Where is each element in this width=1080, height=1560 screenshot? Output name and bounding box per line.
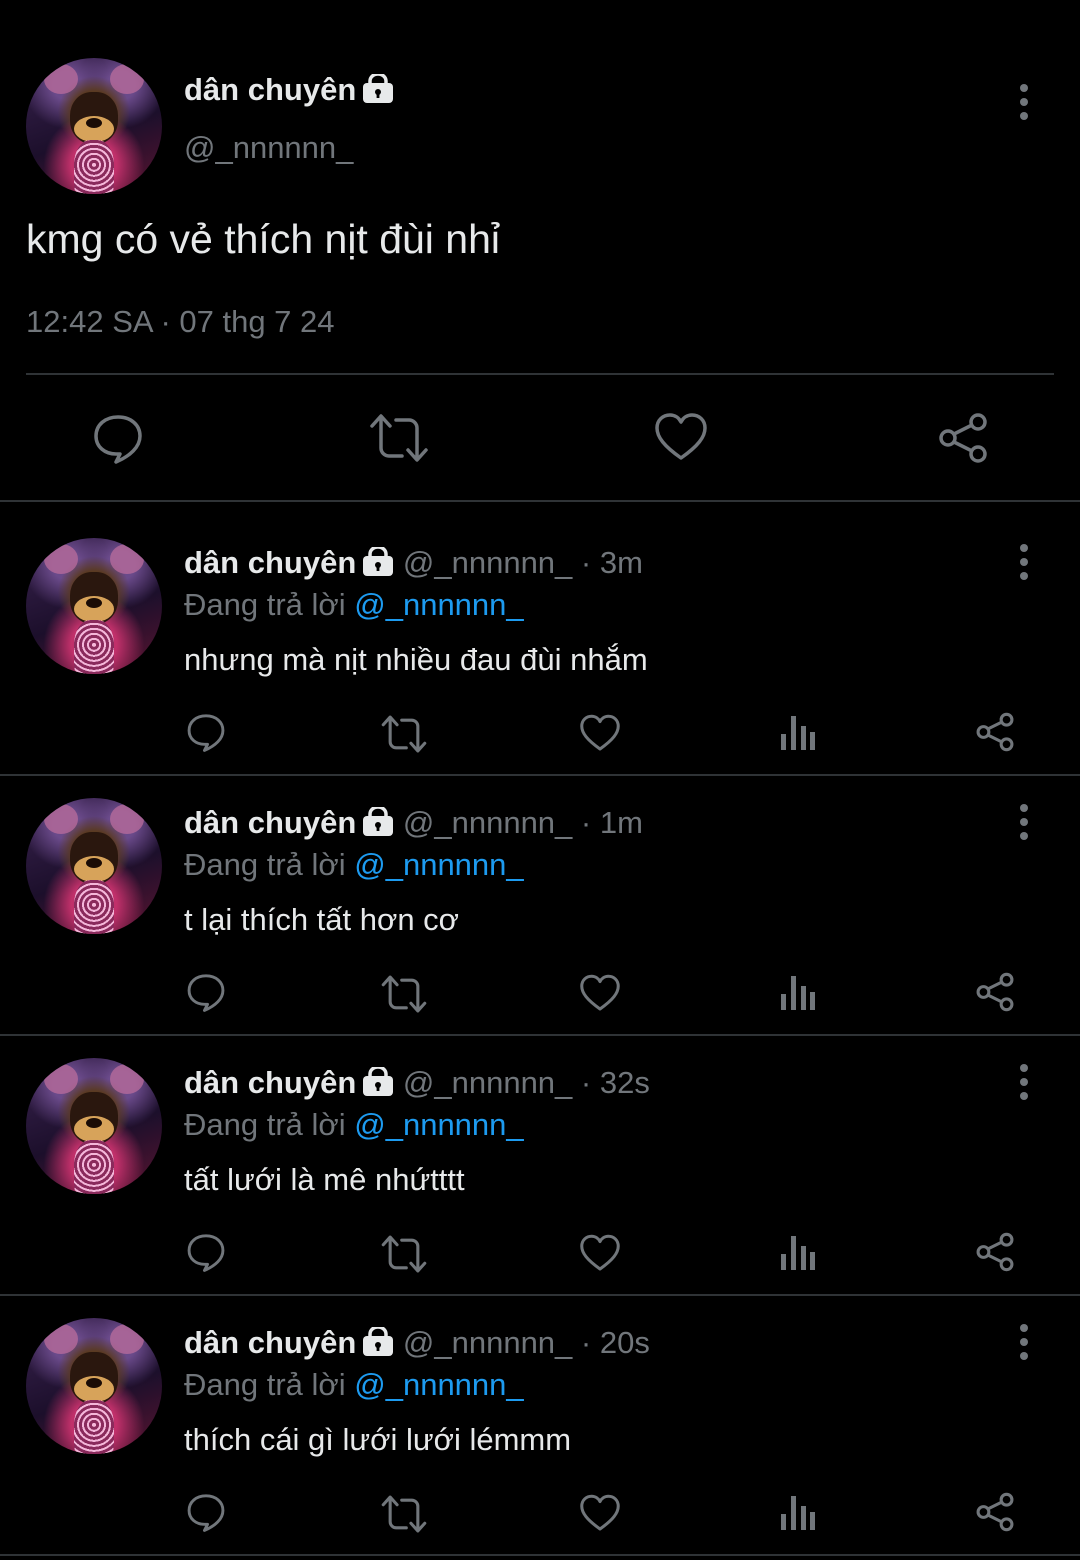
like-icon[interactable] xyxy=(579,974,621,1017)
views-icon[interactable] xyxy=(780,974,816,1017)
reply-text: nhưng mà nịt nhiều đau đùi nhắm xyxy=(184,642,648,677)
like-icon[interactable] xyxy=(654,412,708,467)
more-options-icon[interactable] xyxy=(1014,82,1034,122)
reply-age: · 1m xyxy=(572,805,643,840)
views-icon[interactable] xyxy=(780,1494,816,1537)
more-options-icon[interactable] xyxy=(1014,802,1034,842)
reply-icon[interactable] xyxy=(186,972,226,1017)
replying-to: Đang trả lời @_nnnnnn_ xyxy=(184,587,524,623)
more-options-icon[interactable] xyxy=(1014,1062,1034,1102)
divider xyxy=(0,500,1080,502)
retweet-icon[interactable] xyxy=(380,714,428,759)
divider xyxy=(0,1554,1080,1556)
views-icon[interactable] xyxy=(780,714,816,757)
reply-age: · 20s xyxy=(572,1325,650,1360)
reply-text: tất lưới là mê nhứtttt xyxy=(184,1162,465,1197)
divider xyxy=(0,774,1080,776)
retweet-icon[interactable] xyxy=(380,974,428,1019)
replying-label: Đang trả lời xyxy=(184,1107,346,1142)
lock-icon xyxy=(362,1325,394,1365)
lock-icon xyxy=(362,1065,394,1105)
reply-age: · 32s xyxy=(572,1065,650,1100)
author-handle[interactable]: @_nnnnnn_ xyxy=(403,1065,572,1100)
reply-icon[interactable] xyxy=(92,412,144,469)
author-name[interactable]: dân chuyên xyxy=(184,1325,356,1360)
replying-label: Đang trả lời xyxy=(184,1367,346,1402)
like-icon[interactable] xyxy=(579,1234,621,1277)
author-handle[interactable]: @_nnnnnn_ xyxy=(403,545,572,580)
avatar[interactable] xyxy=(26,1318,162,1454)
replying-to-link[interactable]: @_nnnnnn_ xyxy=(354,847,523,882)
share-icon[interactable] xyxy=(974,972,1016,1017)
replying-to: Đang trả lời @_nnnnnn_ xyxy=(184,1107,524,1143)
retweet-icon[interactable] xyxy=(368,412,430,469)
more-options-icon[interactable] xyxy=(1014,542,1034,582)
reply-age: · 3m xyxy=(572,545,643,580)
replying-label: Đang trả lời xyxy=(184,847,346,882)
replying-to-link[interactable]: @_nnnnnn_ xyxy=(354,1107,523,1142)
reply-icon[interactable] xyxy=(186,1232,226,1277)
reply-header: dân chuyên @_nnnnnn_ · 32s xyxy=(184,1065,650,1105)
retweet-icon[interactable] xyxy=(380,1494,428,1539)
author-handle[interactable]: @_nnnnnn_ xyxy=(403,805,572,840)
like-icon[interactable] xyxy=(579,1494,621,1537)
author-handle[interactable]: @_nnnnnn_ xyxy=(184,130,353,166)
author-name[interactable]: dân chuyên xyxy=(184,72,394,112)
author-name[interactable]: dân chuyên xyxy=(184,1065,356,1100)
share-icon[interactable] xyxy=(974,712,1016,757)
author-name[interactable]: dân chuyên xyxy=(184,805,356,840)
avatar[interactable] xyxy=(26,538,162,674)
share-icon[interactable] xyxy=(974,1232,1016,1277)
reply-icon[interactable] xyxy=(186,1492,226,1537)
divider xyxy=(0,1034,1080,1036)
tweet-timestamp[interactable]: 12:42 SA · 07 thg 7 24 xyxy=(26,304,335,340)
views-icon[interactable] xyxy=(780,1234,816,1277)
avatar[interactable] xyxy=(26,58,162,194)
lock-icon xyxy=(362,545,394,585)
reply-header: dân chuyên @_nnnnnn_ · 3m xyxy=(184,545,643,585)
divider xyxy=(26,373,1054,375)
avatar[interactable] xyxy=(26,1058,162,1194)
more-options-icon[interactable] xyxy=(1014,1322,1034,1362)
share-icon[interactable] xyxy=(974,1492,1016,1537)
reply-text: t lại thích tất hơn cơ xyxy=(184,902,460,937)
replying-to: Đang trả lời @_nnnnnn_ xyxy=(184,1367,524,1403)
replying-to-link[interactable]: @_nnnnnn_ xyxy=(354,587,523,622)
reply-icon[interactable] xyxy=(186,712,226,757)
retweet-icon[interactable] xyxy=(380,1234,428,1279)
like-icon[interactable] xyxy=(579,714,621,757)
reply-header: dân chuyên @_nnnnnn_ · 20s xyxy=(184,1325,650,1365)
lock-icon xyxy=(362,805,394,845)
divider xyxy=(0,1294,1080,1296)
replying-to-link[interactable]: @_nnnnnn_ xyxy=(354,1367,523,1402)
reply-header: dân chuyên @_nnnnnn_ · 1m xyxy=(184,805,643,845)
author-name-text[interactable]: dân chuyên xyxy=(184,72,356,107)
tweet-text: kmg có vẻ thích nịt đùi nhỉ xyxy=(26,216,501,262)
author-handle[interactable]: @_nnnnnn_ xyxy=(403,1325,572,1360)
avatar[interactable] xyxy=(26,798,162,934)
author-name[interactable]: dân chuyên xyxy=(184,545,356,580)
replying-label: Đang trả lời xyxy=(184,587,346,622)
reply-text: thích cái gì lưới lưới lémmm xyxy=(184,1422,572,1457)
lock-icon xyxy=(362,72,394,112)
replying-to: Đang trả lời @_nnnnnn_ xyxy=(184,847,524,883)
share-icon[interactable] xyxy=(936,412,990,469)
